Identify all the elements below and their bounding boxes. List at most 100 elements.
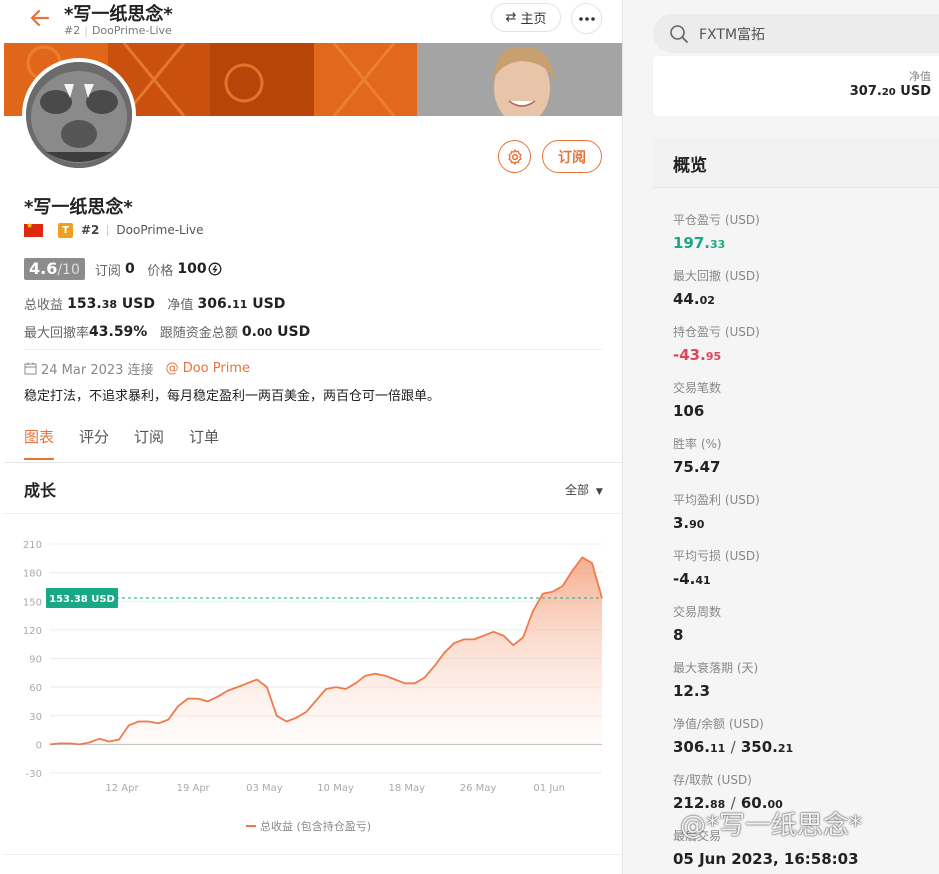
overview-item-label: 最大衰落期 (天) [673,661,759,675]
overview-item: 最大回撤 (USD) 44.02 [673,267,760,308]
subs-value: 0 [125,261,135,277]
overview-item: 平均盈利 (USD) 3.90 [673,491,760,532]
equity-card: 净值 307.20 USD [653,56,939,116]
overview-item-label: 平均盈利 (USD) [673,493,760,507]
page-subtitle: #2 | DooPrime-Live [64,24,172,37]
max-drawdown-label: 最大回撤率 [24,326,90,341]
search-icon [670,24,689,43]
drawdown-row: 最大回撤率 43.59% 跟随资金总额 0.00 USD [24,322,311,342]
profit-row: 总收益 153.38 USD 净值 306.11 USD [24,294,286,314]
overview-item-label: 平仓盈亏 (USD) [673,213,760,227]
overview-item-label: 平均亏损 (USD) [673,549,760,563]
tab-subscriptions[interactable]: 订阅 [134,426,164,460]
signal-profile-panel: *写一纸思念* #2 | DooPrime-Live ⇄ 主页 订阅 *写一纸思… [0,0,623,874]
x-tick-label: 03 May [246,783,283,794]
y-tick-label: 210 [23,540,42,551]
trader-meta: T #2 DooPrime-Live [24,221,204,238]
y-tick-label: 90 [29,655,42,666]
growth-chart: 210 180 150 120 90 60 30 0 -30 153.38 USD 12 Apr 19… [23,540,603,833]
top-header: *写一纸思念* #2 | DooPrime-Live ⇄ 主页 [0,0,623,42]
home-button-label: 主页 [520,12,547,27]
overview-item-label: 净值/余额 (USD) [673,717,764,731]
gear-icon [507,148,522,165]
overview-item-value: 75.47 [673,458,721,476]
header-rank: #2 [64,24,81,37]
strategy-description: 稳定打法，不追求暴利，每月稳定盈利一两百美金，两百仓可一倍跟单。 [24,389,441,404]
tier-badge: T [58,222,73,238]
subs-label: 订阅 [94,263,121,279]
equity-card-label: 净值 [909,70,931,83]
overview-item-value: 306.11 / 350.21 [673,738,794,756]
overview-item: 净值/余额 (USD) 306.11 / 350.21 [673,715,793,756]
legend-label: 总收益 (包含持仓盈亏) [260,819,371,833]
overview-item-value: 8 [673,626,684,644]
overview-item-value: -4.41 [673,570,711,588]
tab-chart[interactable]: 图表 [24,426,55,460]
price-label: 价格 [147,263,174,279]
more-dots-icon [578,16,595,21]
x-tick-label: 19 Apr [177,783,211,794]
joined-date: 24 Mar 2023 连接 [41,363,154,378]
overview-item-value: 197.33 [673,234,726,252]
equity-label: 净值 [167,298,194,313]
search-input[interactable]: FXTM富拓 [699,24,765,44]
score-badge: 4.6/10 [24,258,85,280]
y-tick-label: 180 [23,569,42,580]
overview-item: 交易笔数 106 [673,379,721,420]
avatar [22,58,136,172]
back-arrow-icon[interactable] [28,6,52,30]
total-profit-value: 153.38 USD [67,295,155,312]
overview-item: 胜率 (%) 75.47 [673,435,722,476]
trader-name: *写一纸思念* [24,197,133,218]
overview-panel: 概览 平仓盈亏 (USD) 197.33 最大回撤 (USD) 44.02 持仓盈亏 (… [653,138,939,874]
y-tick-label: 30 [29,712,42,723]
x-tick-label: 18 May [389,783,426,794]
x-tick-label: 12 Apr [105,783,139,794]
overview-item-label: 胜率 (%) [673,437,722,451]
overview-item-value: 44.02 [673,290,715,308]
watermark-text: @*写一纸思念* [680,811,863,841]
broker-link[interactable]: @ Doo Prime [166,361,250,376]
more-options-button[interactable] [571,3,602,34]
home-button[interactable]: ⇄ 主页 [491,3,561,32]
x-tick-label: 26 May [460,783,497,794]
tab-rating[interactable]: 评分 [79,426,109,460]
overview-item: 最大衰落期 (天) 12.3 [673,659,758,700]
overview-item-label: 持仓盈亏 (USD) [673,325,760,339]
page-title: *写一纸思念* [64,4,173,25]
follow-funds-value: 0.00 USD [241,323,311,340]
overview-item-value: -43.95 [673,346,722,364]
overview-item-value: 12.3 [673,682,711,700]
y-tick-label: 0 [36,740,42,751]
coin-icon [208,262,222,276]
y-tick-label: 120 [23,626,42,637]
banner-photo [417,43,622,116]
y-tick-label: 150 [23,597,42,608]
search-bar[interactable]: FXTM富拓 [653,14,939,53]
price-value: 100 [177,261,207,277]
range-dropdown[interactable]: 全部 ▼ [565,481,603,498]
growth-title: 成长 [24,481,57,500]
avatar-image [26,62,132,168]
tab-bar: 图表 评分 订阅 订单 [24,426,244,460]
settings-button[interactable] [498,140,531,173]
trader-rank: #2 [81,223,100,237]
overview-title: 概览 [673,156,707,176]
equity-card-value: 307.20 USD [849,84,931,99]
overview-header: 概览 [653,138,939,188]
overview-item: 交易周数 8 [673,603,721,644]
follow-funds-label: 跟随资金总额 [159,326,238,341]
overview-item-label: 最大回撤 (USD) [673,269,760,283]
header-server: DooPrime-Live [91,24,172,37]
current-value-label: 153.38 USD [49,594,115,605]
x-tick-label: 10 May [317,783,354,794]
calendar-icon [24,362,37,375]
swap-icon: ⇄ [505,10,517,25]
overview-item-label: 存/取款 (USD) [673,773,752,787]
equity-value: 306.11 USD [197,295,286,312]
subscribe-button[interactable]: 订阅 [542,140,602,173]
area-fill [50,557,602,745]
overview-item: 平仓盈亏 (USD) 197.33 [673,211,760,252]
tab-orders[interactable]: 订单 [189,426,219,460]
max-drawdown-value: 43.59% [89,323,148,340]
